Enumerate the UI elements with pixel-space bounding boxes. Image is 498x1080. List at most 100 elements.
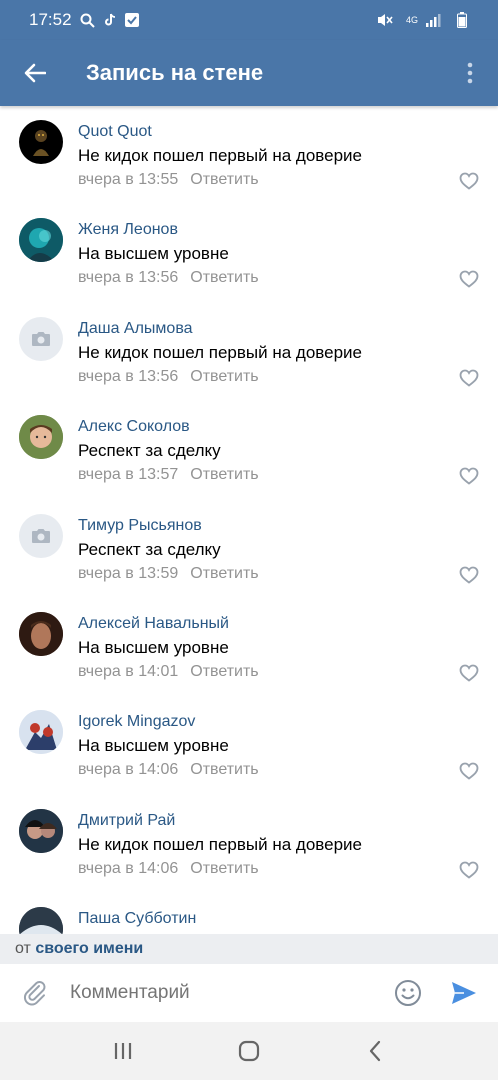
comment-text: На высшем уровне (78, 736, 229, 756)
comment-meta: вчера в 13:56 Ответить (78, 269, 259, 287)
post-as-link[interactable]: своего имени (35, 940, 143, 957)
comment-item: Паша Субботин (0, 893, 498, 934)
checkbox-icon (124, 12, 140, 28)
heart-icon[interactable] (459, 566, 479, 584)
comment-text: Не кидок пошел первый на доверие (78, 146, 362, 165)
comment-author[interactable]: Женя Леонов (78, 221, 178, 239)
comment-item: Тимур Рысьянов Респект за сделку вчера в… (0, 500, 498, 598)
avatar[interactable] (19, 611, 63, 656)
comment-item: Igorek Mingazov На высшем уровне вчера в… (0, 696, 498, 794)
comment-composer (0, 964, 498, 1022)
more-menu-button[interactable] (442, 40, 498, 106)
home-button[interactable] (229, 1031, 269, 1071)
avatar[interactable] (19, 808, 63, 853)
heart-icon[interactable] (459, 861, 479, 879)
mute-icon (377, 12, 393, 28)
comment-meta: вчера в 13:56 Ответить (78, 368, 259, 386)
heart-icon[interactable] (459, 172, 479, 190)
comment-meta: вчера в 13:55 Ответить (78, 171, 259, 189)
comment-time: вчера в 14:01 (78, 662, 179, 680)
comment-text: Респект за сделку (78, 539, 221, 559)
attach-button[interactable] (0, 964, 70, 1022)
camera-icon (32, 331, 50, 346)
avatar[interactable] (19, 120, 63, 164)
back-nav-button[interactable] (355, 1031, 395, 1071)
app-bar: Запись на стене (0, 40, 498, 106)
comments-list[interactable]: Quot Quot Не кидок пошел первый на довер… (0, 106, 498, 934)
comment-item: Алексей Навальный На высшем уровне вчера… (0, 598, 498, 696)
heart-icon[interactable] (459, 762, 479, 780)
post-as-prefix: от (15, 940, 31, 957)
heart-icon[interactable] (459, 270, 479, 289)
emoji-button[interactable] (394, 979, 422, 1007)
send-button[interactable] (450, 979, 478, 1007)
system-nav-bar (0, 1022, 498, 1080)
comment-meta: вчера в 13:57 Ответить (78, 466, 259, 484)
comment-text: Не кидок пошел первый на доверие (78, 342, 362, 362)
comment-text: Респект за сделку (78, 441, 221, 461)
comment-time: вчера в 13:55 (78, 171, 179, 188)
reply-button[interactable]: Ответить (190, 761, 258, 778)
comment-item: Дмитрий Рай Не кидок пошел первый на дов… (0, 795, 498, 893)
avatar[interactable] (19, 218, 63, 263)
comment-author[interactable]: Тимур Рысьянов (78, 517, 202, 535)
battery-icon (454, 12, 470, 28)
comment-time: вчера в 13:56 (78, 269, 179, 287)
comment-item: Quot Quot Не кидок пошел первый на довер… (0, 106, 498, 204)
comment-text: На высшем уровне (78, 637, 229, 657)
comment-author[interactable]: Даша Алымова (78, 320, 193, 338)
reply-button[interactable]: Ответить (190, 171, 258, 188)
search-icon (80, 12, 96, 28)
page-title: Запись на стене (86, 60, 264, 85)
arrow-left-icon (24, 63, 46, 83)
comment-meta: вчера в 14:06 Ответить (78, 860, 259, 878)
back-chevron-icon (369, 1040, 381, 1062)
recents-button[interactable] (103, 1031, 143, 1071)
comment-author[interactable]: Алексей Навальный (78, 615, 229, 633)
avatar[interactable] (19, 907, 63, 934)
reply-button[interactable]: Ответить (190, 368, 258, 385)
heart-icon[interactable] (459, 664, 479, 682)
tiktok-icon (102, 12, 118, 28)
back-button[interactable] (0, 40, 70, 106)
status-time: 17:52 (29, 10, 72, 29)
comment-author[interactable]: Quot Quot (78, 123, 152, 141)
comment-author[interactable]: Дмитрий Рай (78, 812, 175, 830)
avatar[interactable] (19, 710, 63, 755)
comment-meta: вчера в 14:01 Ответить (78, 663, 259, 681)
more-vertical-icon (467, 62, 473, 84)
network-type: 4G (405, 14, 418, 25)
comment-meta: вчера в 14:06 Ответить (78, 761, 259, 779)
comment-text: Не кидок пошел первый на доверие (78, 834, 362, 854)
comment-text: На высшем уровне (78, 244, 229, 264)
comment-time: вчера в 13:57 (78, 466, 179, 484)
avatar[interactable] (19, 513, 63, 558)
avatar[interactable] (19, 415, 63, 460)
comment-item: Женя Леонов На высшем уровне вчера в 13:… (0, 204, 498, 302)
comment-time: вчера в 14:06 (78, 859, 179, 877)
comment-time: вчера в 14:06 (78, 761, 179, 779)
comment-item: Алекс Соколов Респект за сделку вчера в … (0, 401, 498, 499)
paperclip-icon (24, 981, 46, 1006)
comment-meta: вчера в 13:59 Ответить (78, 565, 259, 583)
reply-button[interactable]: Ответить (190, 565, 258, 582)
heart-icon[interactable] (459, 467, 479, 485)
comment-author[interactable]: Алекс Соколов (78, 418, 190, 436)
reply-button[interactable]: Ответить (190, 466, 258, 483)
reply-button[interactable]: Ответить (190, 663, 258, 680)
reply-button[interactable]: Ответить (190, 269, 258, 286)
status-bar: 17:52 4G (0, 0, 498, 40)
comment-author[interactable]: Igorek Mingazov (78, 713, 195, 731)
recents-icon (114, 1043, 132, 1059)
comment-input[interactable] (70, 982, 370, 1004)
comment-time: вчера в 13:56 (78, 367, 179, 385)
comment-author[interactable]: Паша Субботин (78, 910, 196, 928)
home-icon (238, 1040, 260, 1062)
post-as-bar: от своего имени (0, 934, 498, 964)
heart-icon[interactable] (459, 369, 479, 387)
comment-item: Даша Алымова Не кидок пошел первый на до… (0, 303, 498, 401)
comment-time: вчера в 13:59 (78, 564, 179, 582)
avatar[interactable] (19, 316, 63, 361)
signal-icon (425, 12, 441, 28)
reply-button[interactable]: Ответить (190, 860, 258, 877)
